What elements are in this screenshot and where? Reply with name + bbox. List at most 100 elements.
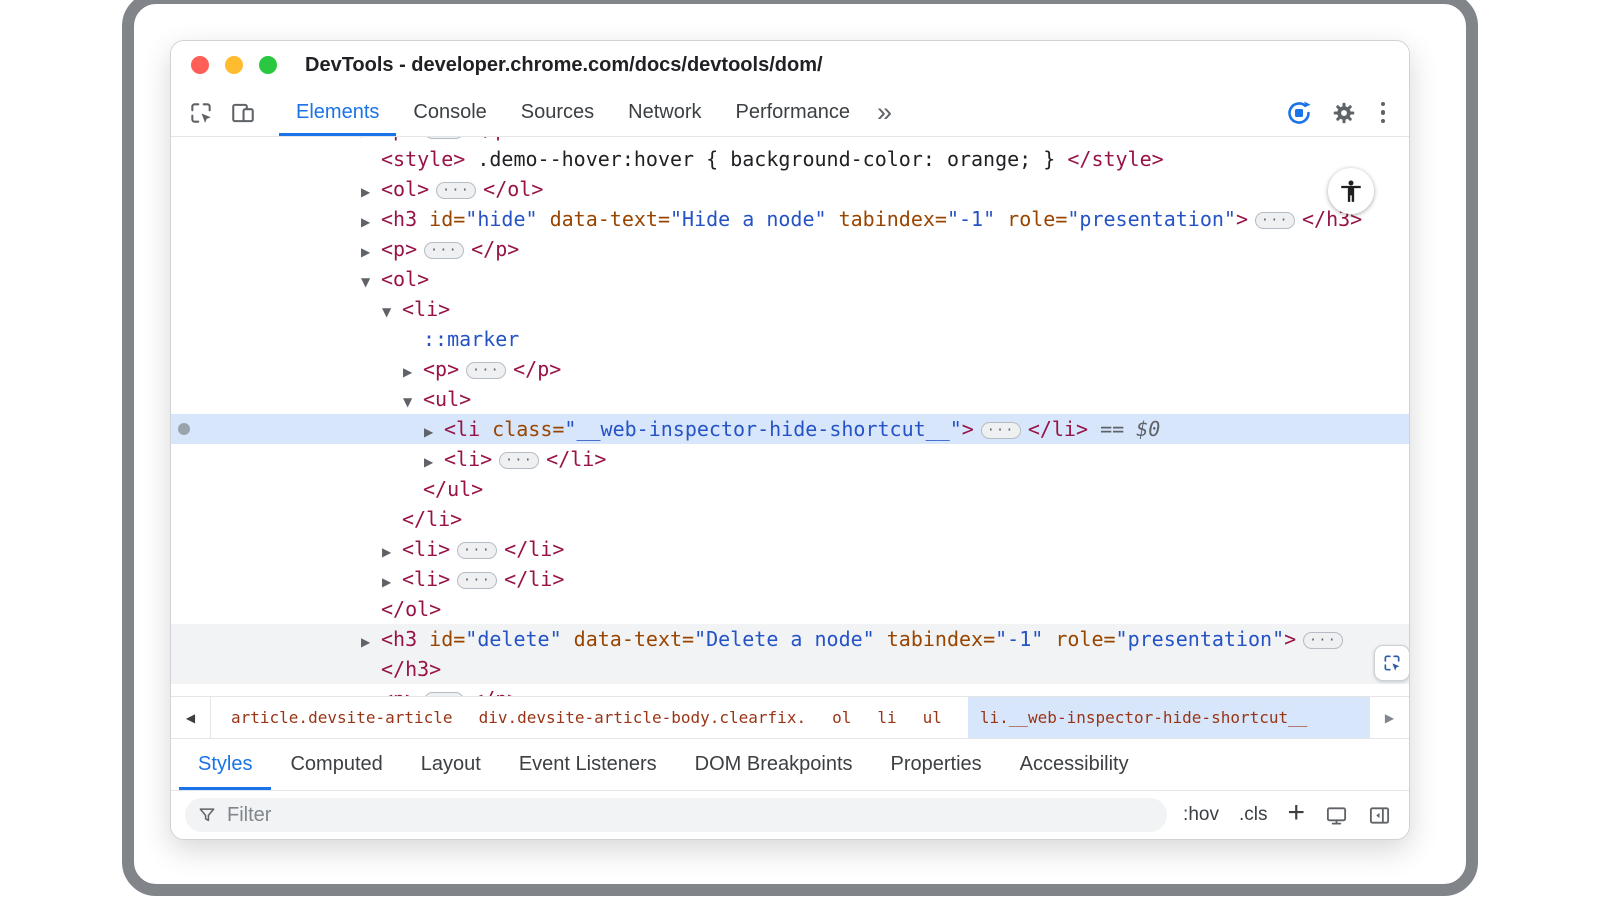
settings-button[interactable]: [1331, 100, 1357, 126]
new-style-rule-button[interactable]: +: [1287, 798, 1305, 828]
breadcrumb-item[interactable]: div.devsite-article-body.clearfix.: [479, 697, 807, 738]
zoom-button[interactable]: [259, 56, 277, 74]
breadcrumb-item[interactable]: li.__web-inspector-hide-shortcut__: [968, 697, 1369, 738]
inspect-button[interactable]: [183, 89, 219, 136]
styles-filter-input[interactable]: [225, 803, 1155, 828]
dom-tree-row[interactable]: ▶<h3 id="hide" data-text="Hide a node" t…: [171, 204, 1409, 234]
dom-tree-row[interactable]: ▶<p>···</p>: [171, 354, 1409, 384]
sidebar-tab-dom-breakpoints[interactable]: DOM Breakpoints: [676, 739, 872, 790]
more-tabs-button[interactable]: »: [867, 89, 900, 136]
disclosure-triangle-icon[interactable]: ▶: [361, 177, 381, 207]
code-token-tag: </li>: [504, 567, 564, 591]
expand-node-button[interactable]: ···: [424, 692, 464, 696]
expand-node-button[interactable]: ···: [424, 242, 464, 259]
disclosure-triangle-icon[interactable]: ▶: [361, 687, 381, 696]
code-token-val: "presentation": [1116, 627, 1285, 651]
disclosure-triangle-icon[interactable]: ▶: [382, 537, 402, 567]
code-token-attr: data-text=: [562, 627, 694, 651]
disclosure-triangle-icon[interactable]: ▼: [361, 267, 381, 297]
disclosure-triangle-icon[interactable]: ▶: [361, 207, 381, 237]
code-token-val: "delete": [465, 627, 561, 651]
sidebar-tab-styles[interactable]: Styles: [179, 739, 271, 790]
disclosure-triangle-icon[interactable]: ▼: [403, 387, 423, 417]
dom-tree-row[interactable]: ▶<p>···</p>: [171, 137, 1409, 144]
more-options-button[interactable]: [1375, 102, 1392, 124]
crumb-scroll-left-button[interactable]: ◀: [171, 697, 211, 738]
dom-tree-row[interactable]: ▼<ul>: [171, 384, 1409, 414]
code-token-tag: </p>: [471, 237, 519, 261]
dom-tree-row[interactable]: ▶<ol>···</ol>: [171, 174, 1409, 204]
dom-tree-row[interactable]: ▶<li class="__web-inspector-hide-shortcu…: [171, 414, 1409, 444]
crumb-scroll-right-button[interactable]: ▶: [1369, 697, 1409, 738]
expand-node-button[interactable]: ···: [457, 542, 497, 559]
dom-tree-row[interactable]: ▶<li>···</li>: [171, 564, 1409, 594]
code-token-tag: <ol>: [381, 177, 429, 201]
expand-node-button[interactable]: ···: [1303, 632, 1343, 649]
disclosure-triangle-icon[interactable]: ▶: [424, 447, 444, 477]
toggle-classes-button[interactable]: .cls: [1239, 804, 1268, 826]
breadcrumb-item[interactable]: ul: [923, 697, 942, 738]
rendering-emulation-button[interactable]: [1325, 804, 1348, 827]
code-token-val: "hide": [465, 207, 537, 231]
dom-tree-row[interactable]: ▼<ol>: [171, 264, 1409, 294]
selection-marker-dot: [178, 423, 190, 435]
code-token-tag: <li: [444, 417, 480, 441]
sidebar-tab-accessibility[interactable]: Accessibility: [1001, 739, 1148, 790]
dom-tree-row[interactable]: ▶<li>···</li>: [171, 444, 1409, 474]
code-token-tag: >: [1236, 207, 1248, 231]
tab-elements[interactable]: Elements: [279, 89, 396, 136]
code-token-val: "-1": [995, 627, 1043, 651]
code-token-tag: <ul>: [423, 387, 471, 411]
breadcrumb-bar: ◀ article.devsite-article div.devsite-art…: [171, 696, 1409, 738]
sidebar-tab-event-listeners[interactable]: Event Listeners: [500, 739, 676, 790]
breadcrumb-item[interactable]: li: [877, 697, 896, 738]
accessibility-button[interactable]: [1328, 168, 1374, 214]
code-token-tag: </h3>: [381, 657, 441, 681]
dom-tree-row[interactable]: ▶<p>···</p>: [171, 234, 1409, 264]
accessibility-person-icon: [1338, 178, 1364, 204]
dom-tree-row[interactable]: ::marker: [171, 324, 1409, 354]
toggle-sidebar-button[interactable]: [1368, 804, 1391, 827]
disclosure-triangle-icon[interactable]: ▼: [382, 297, 402, 327]
dom-tree-row[interactable]: ▶<h3 id="delete" data-text="Delete a nod…: [171, 624, 1409, 654]
dom-tree-row[interactable]: </li>: [171, 504, 1409, 534]
breadcrumb-item[interactable]: article.devsite-article: [231, 697, 453, 738]
code-token-tag: </p>: [471, 687, 519, 696]
disclosure-triangle-icon[interactable]: ▶: [361, 237, 381, 267]
disclosure-triangle-icon[interactable]: ▶: [424, 417, 444, 447]
tab-sources[interactable]: Sources: [504, 89, 611, 136]
sidebar-tab-layout[interactable]: Layout: [402, 739, 500, 790]
expand-node-button[interactable]: ···: [981, 422, 1021, 439]
dom-tree-row[interactable]: ▶<p>···</p>: [171, 684, 1409, 696]
tab-console[interactable]: Console: [396, 89, 503, 136]
expand-node-button[interactable]: ···: [436, 182, 476, 199]
disclosure-triangle-icon[interactable]: ▶: [403, 357, 423, 387]
expand-node-button[interactable]: ···: [499, 452, 539, 469]
toggle-element-state-button[interactable]: :hov: [1183, 804, 1219, 826]
dom-tree-row[interactable]: ▼<li>: [171, 294, 1409, 324]
expand-node-button[interactable]: ···: [457, 572, 497, 589]
expand-node-button[interactable]: ···: [466, 362, 506, 379]
dom-tree-row[interactable]: </h3>: [171, 654, 1409, 684]
expand-node-button[interactable]: ···: [1255, 212, 1295, 229]
dom-tree-row[interactable]: ▶<li>···</li>: [171, 534, 1409, 564]
breadcrumb-item[interactable]: ol: [832, 697, 851, 738]
sync-button[interactable]: [1285, 99, 1313, 127]
expand-node-button[interactable]: ···: [424, 137, 464, 139]
close-button[interactable]: [191, 56, 209, 74]
code-token-tag: </p>: [471, 137, 519, 141]
dom-tree-row[interactable]: <style> .demo--hover:hover { background-…: [171, 144, 1409, 174]
minimize-button[interactable]: [225, 56, 243, 74]
disclosure-triangle-icon[interactable]: ▶: [361, 627, 381, 657]
dom-tree-row[interactable]: </ul>: [171, 474, 1409, 504]
sidebar-tab-computed[interactable]: Computed: [271, 739, 401, 790]
code-token-dollar: $0: [1136, 417, 1160, 441]
inspect-element-button[interactable]: [1374, 645, 1410, 681]
tab-performance[interactable]: Performance: [719, 89, 868, 136]
sidebar-tab-properties[interactable]: Properties: [872, 739, 1001, 790]
dom-tree-row[interactable]: </ol>: [171, 594, 1409, 624]
tab-network[interactable]: Network: [611, 89, 718, 136]
disclosure-triangle-icon[interactable]: ▶: [382, 567, 402, 597]
code-token-tag: >: [962, 417, 974, 441]
device-toolbar-button[interactable]: [225, 89, 261, 136]
